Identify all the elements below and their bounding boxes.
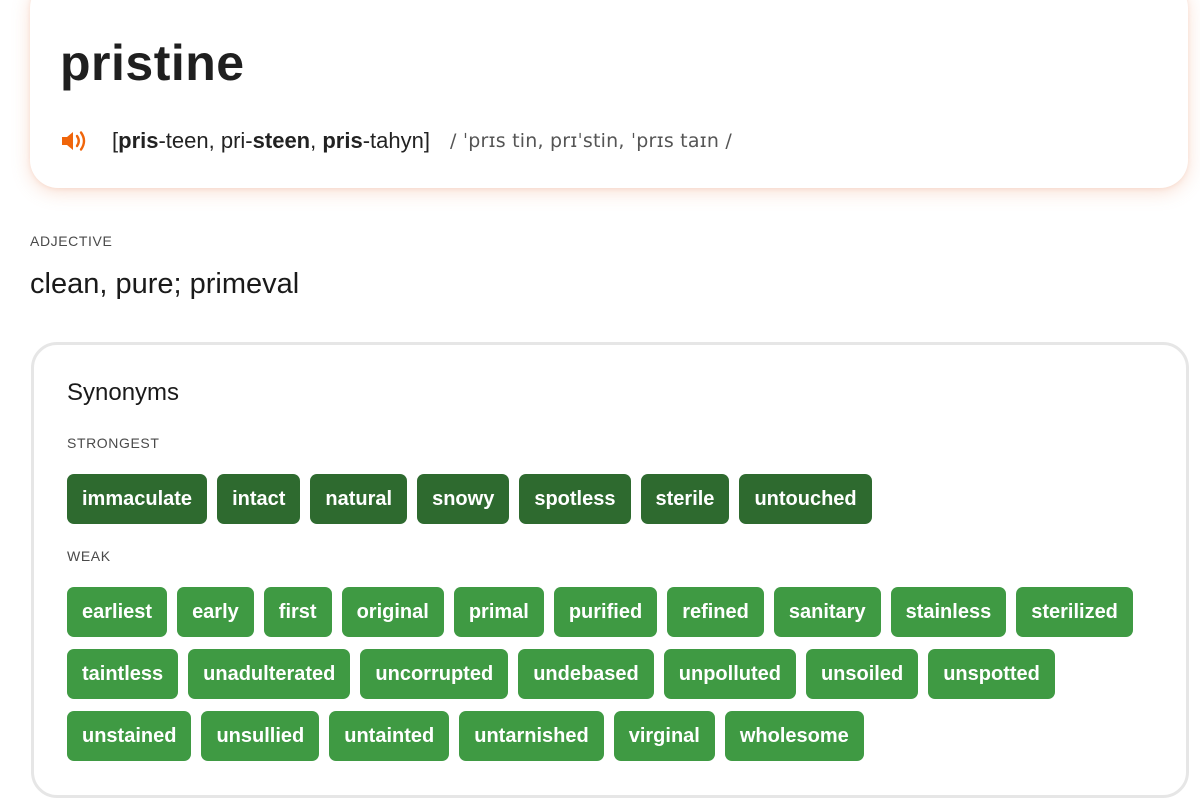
dictionary-entry-page: pristine [pris-teen, pri-steen, pris-tah…	[0, 0, 1200, 807]
synonym-chip-unsoiled[interactable]: unsoiled	[805, 649, 919, 699]
synonym-chip-refined[interactable]: refined	[667, 587, 764, 637]
synonyms-card: Synonyms STRONGEST immaculate intact natur…	[31, 342, 1189, 798]
respelling-part: -teen, pri-	[158, 128, 253, 153]
synonym-chip-sterile[interactable]: sterile	[640, 474, 730, 524]
speaker-icon[interactable]	[60, 125, 94, 157]
weak-label: WEAK	[67, 548, 111, 564]
synonyms-title: Synonyms	[67, 379, 180, 406]
synonym-chip-spotless[interactable]: spotless	[519, 474, 631, 524]
part-of-speech: ADJECTIVE	[30, 233, 113, 249]
stressed-syllable: steen	[252, 128, 311, 153]
synonym-chip-virginal[interactable]: virginal	[613, 711, 715, 761]
synonym-chip-untouched[interactable]: untouched	[739, 474, 872, 524]
synonym-chip-primal[interactable]: primal	[453, 587, 544, 637]
synonym-chip-snowy[interactable]: snowy	[417, 474, 510, 524]
synonym-chip-taintless[interactable]: taintless	[67, 649, 179, 699]
ipa-transcription: / ˈprɪs tin, prɪˈstin, ˈprɪs taɪn /	[449, 130, 733, 152]
synonym-chip-purified[interactable]: purified	[553, 587, 658, 637]
respelling-part: ,	[310, 128, 323, 153]
synonym-chip-unsullied[interactable]: unsullied	[201, 711, 320, 761]
strongest-label: STRONGEST	[67, 435, 160, 451]
synonym-chip-sterilized[interactable]: sterilized	[1016, 587, 1133, 637]
synonym-chip-uncorrupted[interactable]: uncorrupted	[360, 649, 509, 699]
synonym-chip-unspotted[interactable]: unspotted	[928, 649, 1055, 699]
synonym-chip-unstained[interactable]: unstained	[67, 711, 192, 761]
synonym-chip-intact[interactable]: intact	[217, 474, 301, 524]
synonym-chip-undebased[interactable]: undebased	[518, 649, 654, 699]
synonym-chip-first[interactable]: first	[263, 587, 332, 637]
synonym-chip-immaculate[interactable]: immaculate	[67, 474, 208, 524]
synonym-chip-untarnished[interactable]: untarnished	[459, 711, 604, 761]
respelling-part: -tahyn]	[362, 128, 430, 153]
synonym-chip-unpolluted[interactable]: unpolluted	[663, 649, 796, 699]
headword: pristine	[60, 35, 245, 91]
synonym-chip-earliest[interactable]: earliest	[67, 587, 168, 637]
weak-synonyms: earliest early first original primal purified…	[67, 587, 1147, 761]
synonym-chip-sanitary[interactable]: sanitary	[773, 587, 881, 637]
stressed-syllable: pris	[322, 128, 363, 153]
synonym-chip-early[interactable]: early	[177, 587, 254, 637]
stressed-syllable: pris	[118, 128, 159, 153]
synonym-chip-untainted[interactable]: untainted	[329, 711, 450, 761]
respelling: [pris-teen, pri-steen, pris-tahyn]	[112, 128, 430, 154]
synonym-chip-original[interactable]: original	[341, 587, 444, 637]
synonym-chip-natural[interactable]: natural	[310, 474, 408, 524]
synonym-chip-wholesome[interactable]: wholesome	[724, 711, 864, 761]
definition: clean, pure; primeval	[30, 268, 300, 300]
synonym-chip-unadulterated[interactable]: unadulterated	[188, 649, 351, 699]
pronunciation-row: [pris-teen, pri-steen, pris-tahyn] / ˈpr…	[60, 125, 732, 157]
strongest-synonyms: immaculate intact natural snowy spotless ster…	[67, 474, 1147, 524]
synonym-chip-stainless[interactable]: stainless	[890, 587, 1007, 637]
